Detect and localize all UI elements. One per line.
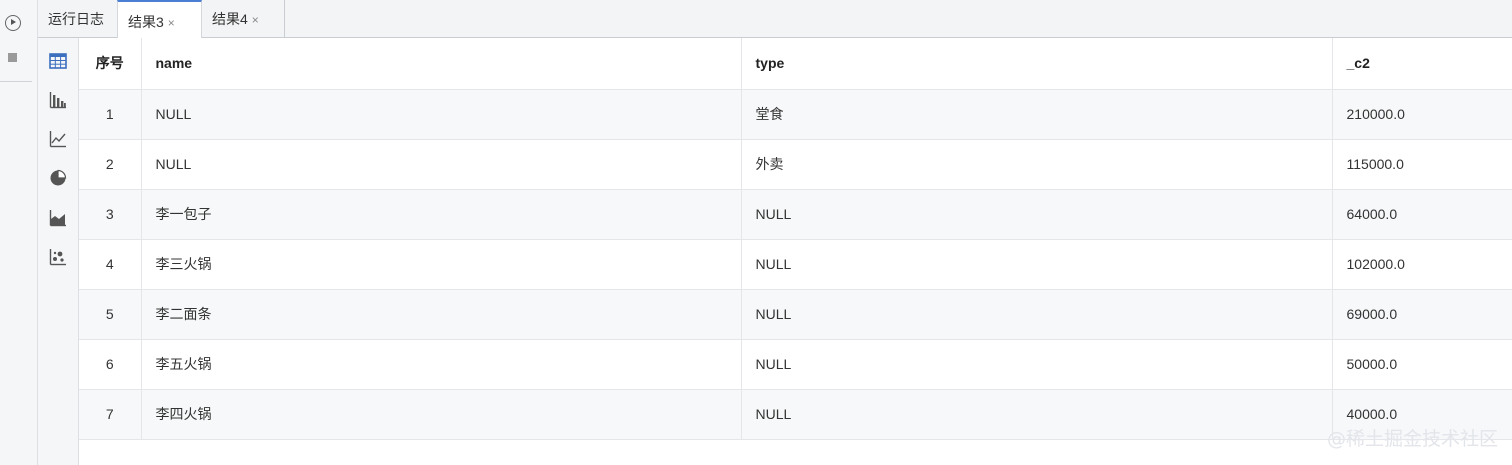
view-type-sidebar (38, 38, 79, 465)
cell-c2: 50000.0 (1332, 339, 1512, 390)
pie-chart-icon[interactable] (49, 169, 67, 187)
cell-index: 3 (79, 189, 142, 240)
cell-name: 李四火锅 (141, 389, 742, 440)
cell-index: 1 (79, 89, 142, 140)
close-icon[interactable]: × (168, 16, 175, 30)
run-toolbar (0, 0, 38, 465)
result-tab-bar: 运行日志 结果3 × 结果4 × (38, 0, 1512, 39)
column-header-index[interactable]: 序号 (79, 38, 142, 90)
table-row[interactable]: 3 李一包子 NULL 64000.0 (79, 189, 1512, 240)
toolbar-divider (0, 81, 32, 82)
tab-result-3-label: 结果3 (128, 14, 164, 30)
table-row[interactable]: 2 NULL 外卖 115000.0 (79, 139, 1512, 190)
cell-index: 5 (79, 289, 142, 340)
cell-type: 堂食 (741, 89, 1333, 140)
column-header-type[interactable]: type (741, 38, 1333, 90)
cell-c2: 115000.0 (1332, 139, 1512, 190)
cell-c2: 210000.0 (1332, 89, 1512, 140)
table-row[interactable]: 1 NULL 堂食 210000.0 (79, 89, 1512, 140)
cell-index: 6 (79, 339, 142, 390)
area-chart-icon[interactable] (49, 209, 67, 227)
cell-index: 2 (79, 139, 142, 190)
scatter-chart-icon[interactable] (49, 248, 67, 266)
cell-name: NULL (141, 139, 742, 190)
table-row[interactable]: 7 李四火锅 NULL 40000.0 (79, 389, 1512, 440)
tab-result-4[interactable]: 结果4 × (202, 0, 285, 38)
table-icon[interactable] (49, 52, 67, 70)
result-table: 序号 name type _c2 1 NULL 堂食 210000.0 2 NU… (79, 38, 1512, 440)
stop-icon[interactable] (8, 53, 17, 62)
table-row[interactable]: 5 李二面条 NULL 69000.0 (79, 289, 1512, 340)
cell-type: NULL (741, 239, 1333, 290)
watermark: @稀土掘金技术社区 (1326, 428, 1498, 450)
tab-result-4-label: 结果4 (212, 11, 248, 27)
table-row[interactable]: 4 李三火锅 NULL 102000.0 (79, 239, 1512, 290)
tab-result-3[interactable]: 结果3 × (117, 0, 202, 39)
table-header-row: 序号 name type _c2 (79, 38, 1512, 90)
cell-index: 7 (79, 389, 142, 440)
bar-chart-icon[interactable] (49, 91, 67, 109)
cell-name: NULL (141, 89, 742, 140)
cell-type: NULL (741, 289, 1333, 340)
run-icon[interactable] (5, 15, 21, 31)
cell-index: 4 (79, 239, 142, 290)
cell-name: 李一包子 (141, 189, 742, 240)
line-chart-icon[interactable] (49, 130, 67, 148)
cell-type: NULL (741, 389, 1333, 440)
cell-type: NULL (741, 339, 1333, 390)
cell-c2: 64000.0 (1332, 189, 1512, 240)
cell-type: NULL (741, 189, 1333, 240)
tab-run-log[interactable]: 运行日志 (38, 0, 117, 38)
column-header-c2[interactable]: _c2 (1332, 38, 1512, 90)
cell-type: 外卖 (741, 139, 1333, 190)
cell-c2: 102000.0 (1332, 239, 1512, 290)
cell-name: 李五火锅 (141, 339, 742, 390)
close-icon[interactable]: × (252, 13, 259, 27)
column-header-name[interactable]: name (141, 38, 742, 90)
cell-c2: 69000.0 (1332, 289, 1512, 340)
cell-name: 李二面条 (141, 289, 742, 340)
cell-name: 李三火锅 (141, 239, 742, 290)
tab-run-log-label: 运行日志 (48, 11, 104, 27)
table-row[interactable]: 6 李五火锅 NULL 50000.0 (79, 339, 1512, 390)
